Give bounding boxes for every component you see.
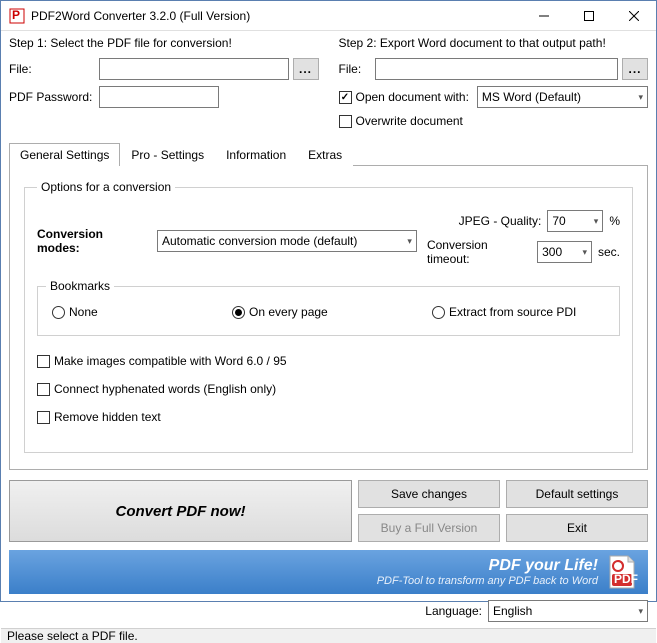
- right-options: JPEG - Quality: 70 ▾ % Conversion timeou…: [427, 210, 620, 272]
- file-label: File:: [9, 62, 99, 76]
- options-group: Options for a conversion Conversion mode…: [24, 180, 633, 453]
- tab-panel-general: Options for a conversion Conversion mode…: [9, 166, 648, 470]
- language-value: English: [493, 604, 532, 618]
- tab-general[interactable]: General Settings: [9, 143, 120, 166]
- bookmark-every-label: On every page: [249, 305, 328, 319]
- conversion-mode-select[interactable]: Automatic conversion mode (default) ▾: [157, 230, 417, 252]
- pdf-file-input[interactable]: [99, 58, 289, 80]
- close-button[interactable]: [611, 1, 656, 30]
- timeout-select[interactable]: 300 ▾: [537, 241, 592, 263]
- status-bar: Please select a PDF file.: [1, 628, 656, 643]
- banner: PDF your Life! PDF-Tool to transform any…: [9, 550, 648, 594]
- pdf-browse-button[interactable]: ...: [293, 58, 319, 80]
- window-title: PDF2Word Converter 3.2.0 (Full Version): [31, 9, 521, 23]
- banner-subtitle: PDF-Tool to transform any PDF back to Wo…: [377, 575, 598, 587]
- jpeg-quality-select[interactable]: 70 ▾: [547, 210, 603, 232]
- tab-pro[interactable]: Pro - Settings: [120, 143, 215, 166]
- bookmark-extract-radio[interactable]: [432, 306, 445, 319]
- tab-strip: General Settings Pro - Settings Informat…: [9, 142, 648, 166]
- radio-none-row: None: [52, 305, 232, 319]
- timeout-label: Conversion timeout:: [427, 238, 531, 266]
- maximize-button[interactable]: [566, 1, 611, 30]
- open-with-value: MS Word (Default): [482, 90, 581, 104]
- overwrite-checkbox[interactable]: [339, 115, 352, 128]
- bookmark-none-radio[interactable]: [52, 306, 65, 319]
- chevron-down-icon: ▾: [638, 606, 643, 617]
- convert-button[interactable]: Convert PDF now!: [9, 480, 352, 542]
- open-with-label: Open document with:: [356, 90, 469, 104]
- bookmarks-group: Bookmarks None On every page Extract fro…: [37, 286, 620, 336]
- save-changes-button[interactable]: Save changes: [358, 480, 500, 508]
- jpeg-quality-value: 70: [552, 214, 565, 228]
- language-label: Language:: [425, 604, 482, 618]
- images-compat-label: Make images compatible with Word 6.0 / 9…: [54, 354, 287, 368]
- outfile-browse-button[interactable]: ...: [622, 58, 648, 80]
- images-compat-checkbox[interactable]: [37, 355, 50, 368]
- radio-every-row: On every page: [232, 305, 432, 319]
- modes-label: Conversion modes:: [37, 227, 147, 255]
- language-select[interactable]: English ▾: [488, 600, 648, 622]
- chevron-down-icon: ▾: [407, 236, 412, 247]
- conversion-mode-value: Automatic conversion mode (default): [162, 234, 357, 248]
- jpeg-unit: %: [609, 214, 620, 228]
- chevron-down-icon: ▾: [594, 216, 599, 227]
- minimize-button[interactable]: [521, 1, 566, 30]
- radio-extract-row: Extract from source PDI: [432, 305, 605, 319]
- step2-panel: Step 2: Export Word document to that out…: [339, 36, 649, 134]
- titlebar: P PDF2Word Converter 3.2.0 (Full Version…: [1, 1, 656, 31]
- svg-text:PDF: PDF: [614, 572, 638, 586]
- hidden-text-label: Remove hidden text: [54, 410, 161, 424]
- options-legend: Options for a conversion: [37, 180, 175, 194]
- pdf-icon: PDF: [604, 554, 640, 590]
- overwrite-label: Overwrite document: [356, 114, 463, 128]
- bookmark-extract-label: Extract from source PDI: [449, 305, 576, 319]
- tab-extras[interactable]: Extras: [297, 143, 353, 166]
- chevron-down-icon: ▾: [582, 247, 587, 258]
- step2-title: Step 2: Export Word document to that out…: [339, 36, 649, 50]
- hyphen-label: Connect hyphenated words (English only): [54, 382, 276, 396]
- chevron-down-icon: ▾: [638, 92, 643, 103]
- timeout-unit: sec.: [598, 245, 620, 259]
- hyphen-checkbox[interactable]: [37, 383, 50, 396]
- overwrite-checkbox-row: Overwrite document: [339, 114, 463, 128]
- timeout-value: 300: [542, 245, 562, 259]
- buy-full-version-button[interactable]: Buy a Full Version: [358, 514, 500, 542]
- password-label: PDF Password:: [9, 90, 99, 104]
- bookmark-none-label: None: [69, 305, 98, 319]
- outfile-label: File:: [339, 62, 375, 76]
- outfile-input[interactable]: [375, 58, 619, 80]
- bookmarks-legend: Bookmarks: [46, 279, 114, 293]
- open-with-checkbox-row: Open document with:: [339, 90, 469, 104]
- jpeg-quality-label: JPEG - Quality:: [459, 214, 542, 228]
- status-text: Please select a PDF file.: [7, 629, 138, 643]
- pdf-password-input[interactable]: [99, 86, 219, 108]
- open-with-checkbox[interactable]: [339, 91, 352, 104]
- banner-title: PDF your Life!: [377, 557, 598, 575]
- exit-button[interactable]: Exit: [506, 514, 648, 542]
- bookmark-every-radio[interactable]: [232, 306, 245, 319]
- default-settings-button[interactable]: Default settings: [506, 480, 648, 508]
- tab-information[interactable]: Information: [215, 143, 297, 166]
- svg-text:P: P: [12, 8, 20, 22]
- hidden-text-checkbox[interactable]: [37, 411, 50, 424]
- app-icon: P: [9, 8, 25, 24]
- step1-title: Step 1: Select the PDF file for conversi…: [9, 36, 319, 50]
- open-with-select[interactable]: MS Word (Default) ▾: [477, 86, 648, 108]
- step1-panel: Step 1: Select the PDF file for conversi…: [9, 36, 319, 134]
